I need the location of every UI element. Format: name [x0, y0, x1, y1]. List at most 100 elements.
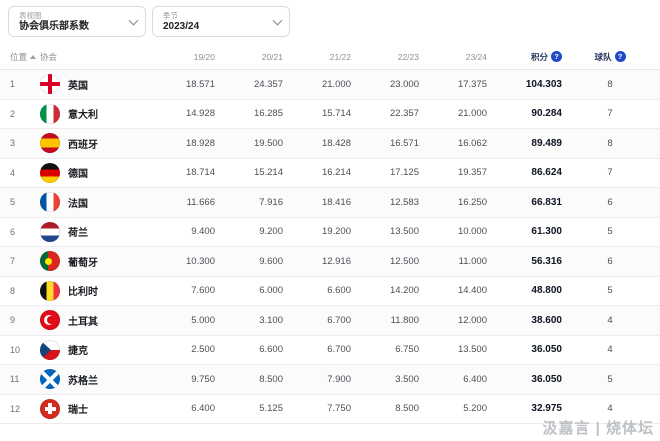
table-row[interactable]: 1英国18.57124.35721.00023.00017.375104.303…	[0, 70, 660, 100]
season-value-0: 6.400	[147, 403, 215, 414]
season-value-3: 3.500	[351, 374, 419, 385]
table-body: 1英国18.57124.35721.00023.00017.375104.303…	[0, 70, 660, 424]
season-value-0: 9.750	[147, 374, 215, 385]
season-value-4: 12.000	[419, 315, 487, 326]
column-header-season-2223[interactable]: 22/23	[351, 52, 419, 62]
season-value-0: 18.571	[147, 79, 215, 90]
row-association: 英国	[40, 74, 147, 94]
row-position: 8	[10, 286, 40, 296]
column-header-season-2021[interactable]: 20/21	[215, 52, 283, 62]
row-association: 意大利	[40, 104, 147, 124]
clubs-count: 7	[570, 167, 650, 178]
season-value-0: 2.500	[147, 344, 215, 355]
info-icon[interactable]	[615, 51, 626, 62]
season-value-1: 15.214	[215, 167, 283, 178]
season-value-0: 14.928	[147, 108, 215, 119]
season-value-2: 21.000	[283, 79, 351, 90]
spain-flag-icon	[40, 133, 60, 153]
table-row[interactable]: 8比利时7.6006.0006.60014.20014.40048.8005	[0, 277, 660, 307]
column-header-season-2122[interactable]: 21/22	[283, 52, 351, 62]
row-association: 土耳其	[40, 310, 147, 330]
column-header-association[interactable]: 协会	[40, 51, 147, 63]
season-value-0: 18.714	[147, 167, 215, 178]
sort-icon	[30, 55, 36, 59]
season-value-1: 9.600	[215, 256, 283, 267]
row-position: 7	[10, 256, 40, 266]
row-association: 德国	[40, 163, 147, 183]
season-value-3: 14.200	[351, 285, 419, 296]
column-header-position[interactable]: 位置	[10, 51, 40, 63]
table-row[interactable]: 5法国11.6667.91618.41612.58316.25066.8316	[0, 188, 660, 218]
points-total: 104.303	[487, 79, 570, 90]
season-value-4: 21.000	[419, 108, 487, 119]
table-row[interactable]: 7葡萄牙10.3009.60012.91612.50011.00056.3166	[0, 247, 660, 277]
season-value-4: 10.000	[419, 226, 487, 237]
points-total: 48.800	[487, 285, 570, 296]
season-value-2: 15.714	[283, 108, 351, 119]
scotland-flag-icon	[40, 369, 60, 389]
table-row[interactable]: 2意大利14.92816.28515.71422.35721.00090.284…	[0, 100, 660, 130]
points-total: 61.300	[487, 226, 570, 237]
season-value-4: 11.000	[419, 256, 487, 267]
season-value-1: 3.100	[215, 315, 283, 326]
points-total: 32.975	[487, 403, 570, 414]
season-value-3: 6.750	[351, 344, 419, 355]
column-header-season-2324[interactable]: 23/24	[419, 52, 487, 62]
season-value-1: 6.600	[215, 344, 283, 355]
france-flag-icon	[40, 192, 60, 212]
column-header-clubs[interactable]: 球队	[570, 51, 650, 63]
row-association: 西班牙	[40, 133, 147, 153]
season-value-3: 13.500	[351, 226, 419, 237]
season-value-4: 16.250	[419, 197, 487, 208]
column-header-season-1920[interactable]: 19/20	[147, 52, 215, 62]
season-value-3: 16.571	[351, 138, 419, 149]
season-select[interactable]: 季节 2023/24	[152, 6, 290, 37]
clubs-count: 4	[570, 344, 650, 355]
season-select-value: 2023/24	[163, 21, 199, 32]
season-value-1: 6.000	[215, 285, 283, 296]
row-association: 瑞士	[40, 399, 147, 419]
table-row[interactable]: 9土耳其5.0003.1006.70011.80012.00038.6004	[0, 306, 660, 336]
country-name: 苏格兰	[68, 372, 98, 387]
table-row[interactable]: 3西班牙18.92819.50018.42816.57116.06289.489…	[0, 129, 660, 159]
season-value-4: 13.500	[419, 344, 487, 355]
table-row[interactable]: 6荷兰9.4009.20019.20013.50010.00061.3005	[0, 218, 660, 248]
table-row[interactable]: 12瑞士6.4005.1257.7508.5005.20032.9754	[0, 395, 660, 425]
table-row[interactable]: 11苏格兰9.7508.5007.9003.5006.40036.0505	[0, 365, 660, 395]
season-value-3: 12.583	[351, 197, 419, 208]
season-value-2: 16.214	[283, 167, 351, 178]
season-value-4: 6.400	[419, 374, 487, 385]
country-name: 土耳其	[68, 313, 98, 328]
row-position: 12	[10, 404, 40, 414]
clubs-count: 6	[570, 256, 650, 267]
column-header-clubs-label: 球队	[594, 51, 611, 63]
table-row[interactable]: 10捷克2.5006.6006.7006.75013.50036.0504	[0, 336, 660, 366]
country-name: 意大利	[68, 106, 98, 121]
season-value-2: 6.600	[283, 285, 351, 296]
country-name: 荷兰	[68, 224, 88, 239]
table-row[interactable]: 4德国18.71415.21416.21417.12519.35786.6247	[0, 159, 660, 189]
turkey-flag-icon	[40, 310, 60, 330]
column-header-points[interactable]: 积分	[487, 51, 570, 63]
season-value-3: 11.800	[351, 315, 419, 326]
country-name: 瑞士	[68, 401, 88, 416]
season-value-0: 18.928	[147, 138, 215, 149]
season-value-4: 14.400	[419, 285, 487, 296]
row-association: 法国	[40, 192, 147, 212]
view-select-value: 协会俱乐部系数	[19, 21, 89, 32]
season-value-1: 19.500	[215, 138, 283, 149]
season-select-label: 季节	[163, 12, 199, 20]
row-position: 10	[10, 345, 40, 355]
england-flag-icon	[40, 74, 60, 94]
season-value-4: 16.062	[419, 138, 487, 149]
row-association: 荷兰	[40, 222, 147, 242]
country-name: 捷克	[68, 342, 88, 357]
row-position: 3	[10, 138, 40, 148]
view-select[interactable]: 表视图 协会俱乐部系数	[8, 6, 146, 37]
country-name: 德国	[68, 165, 88, 180]
country-name: 葡萄牙	[68, 254, 98, 269]
points-total: 90.284	[487, 108, 570, 119]
season-value-1: 16.285	[215, 108, 283, 119]
clubs-count: 7	[570, 108, 650, 119]
info-icon[interactable]	[551, 51, 562, 62]
